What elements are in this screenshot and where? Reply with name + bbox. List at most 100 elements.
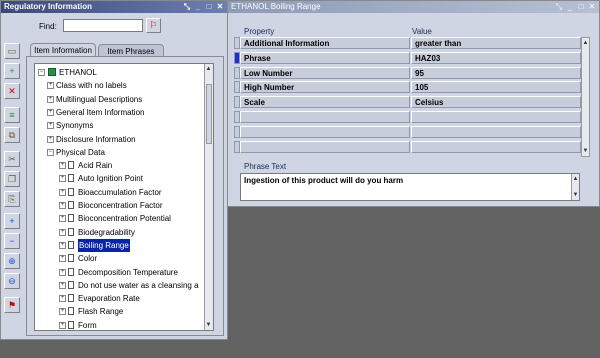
copy-icon[interactable]: ⧉ bbox=[4, 127, 20, 143]
add-row-icon[interactable]: ≡ bbox=[4, 107, 20, 123]
item-tree[interactable]: ▲ ▼ − ETHANOL + Class with no labels + Multil… bbox=[34, 63, 214, 331]
value-cell[interactable]: 105 bbox=[411, 81, 581, 94]
tree-node-label: Evaporation Rate bbox=[78, 294, 140, 304]
tree-node-label: ETHANOL bbox=[59, 68, 97, 77]
value-cell[interactable]: 95 bbox=[411, 66, 581, 79]
document-icon bbox=[68, 187, 74, 196]
expand-node-icon[interactable]: + bbox=[59, 215, 66, 223]
phrase-text-field[interactable]: Ingestion of this product will do you ha… bbox=[240, 173, 580, 201]
close-icon[interactable]: ✕ bbox=[215, 2, 225, 12]
collapse-all-icon[interactable]: ⊖ bbox=[4, 273, 20, 289]
resize-icon[interactable]: ⤡ bbox=[182, 2, 192, 12]
tree-node-label: Bioaccumulation Factor bbox=[78, 187, 162, 197]
property-cell[interactable]: Scale bbox=[240, 96, 410, 109]
value-cell[interactable]: greater than bbox=[411, 37, 581, 49]
maximize-icon[interactable]: □ bbox=[204, 2, 214, 12]
expand-node-icon[interactable]: + bbox=[59, 308, 66, 316]
expand-node-icon[interactable]: + bbox=[59, 268, 66, 276]
tree-scrollbar[interactable]: ▲ ▼ bbox=[204, 64, 213, 330]
window-controls: ⤡ _ □ ✕ bbox=[182, 2, 225, 12]
find-label: Find: bbox=[39, 22, 57, 31]
maximize-icon[interactable]: □ bbox=[576, 2, 586, 12]
copy-doc-icon[interactable]: ❐ bbox=[4, 171, 20, 187]
boiling-range-window: ETHANOL Boiling Range ⤡ _ □ ✕ Property V… bbox=[227, 0, 600, 207]
tree-node-label: Decomposition Temperature bbox=[78, 267, 178, 277]
scroll-down-icon[interactable]: ▼ bbox=[572, 191, 579, 199]
phrase-text-scrollbar[interactable]: ▲ ▼ bbox=[571, 174, 579, 200]
document-icon bbox=[68, 307, 74, 316]
property-column-header: Property bbox=[244, 27, 275, 36]
property-cell[interactable]: High Number bbox=[240, 81, 410, 94]
tree-node-label: Acid Rain bbox=[78, 161, 113, 171]
tree-node-label: Disclosure Information bbox=[56, 134, 136, 144]
tree-node-label: Class with no labels bbox=[56, 81, 127, 91]
tab-item-information[interactable]: Item Information bbox=[30, 43, 96, 56]
expand-node-icon[interactable]: + bbox=[59, 255, 66, 263]
scroll-up-icon[interactable]: ▲ bbox=[582, 39, 589, 47]
value-cell[interactable] bbox=[411, 111, 581, 123]
close-icon[interactable]: ✕ bbox=[587, 2, 597, 12]
expand-node-icon[interactable]: + bbox=[59, 241, 66, 249]
phrase-text-value: Ingestion of this product will do you ha… bbox=[244, 176, 404, 185]
tree-node-label: Bioconcentration Potential bbox=[78, 214, 171, 224]
document-icon bbox=[68, 280, 74, 289]
expand-node-icon[interactable]: + bbox=[47, 135, 54, 143]
cut-icon[interactable]: ✂ bbox=[4, 151, 20, 167]
value-cell[interactable] bbox=[411, 140, 581, 153]
flag-icon[interactable]: ⚑ bbox=[4, 297, 20, 313]
expand-node-icon[interactable]: + bbox=[47, 82, 54, 90]
expand-node-icon[interactable]: + bbox=[47, 122, 54, 130]
scroll-thumb[interactable] bbox=[206, 84, 212, 144]
scroll-up-icon[interactable]: ▲ bbox=[205, 65, 212, 73]
expand-node-icon[interactable]: + bbox=[47, 108, 54, 116]
document-icon bbox=[68, 320, 74, 329]
collapse-node-icon[interactable]: − bbox=[38, 69, 45, 76]
scroll-up-icon[interactable]: ▲ bbox=[572, 175, 579, 183]
expand-icon[interactable]: + bbox=[4, 213, 20, 229]
minimize-icon[interactable]: _ bbox=[565, 2, 575, 12]
tree-node-label: Flash Range bbox=[78, 307, 124, 317]
tree-node-label: Do not use water as a cleansing a bbox=[78, 280, 199, 290]
window-title: ETHANOL Boiling Range bbox=[231, 2, 321, 11]
new-item-icon[interactable]: + bbox=[4, 63, 20, 79]
value-cell[interactable] bbox=[411, 125, 581, 138]
window-title: Regulatory Information bbox=[4, 2, 93, 11]
tree-node-label: Physical Data bbox=[56, 147, 105, 157]
value-cell[interactable]: Celsius bbox=[411, 96, 581, 109]
property-cell[interactable] bbox=[240, 125, 410, 138]
expand-node-icon[interactable]: + bbox=[47, 95, 54, 103]
open-folder-icon[interactable]: ▭ bbox=[4, 43, 20, 59]
collapse-icon[interactable]: − bbox=[4, 233, 20, 249]
minimize-icon[interactable]: _ bbox=[193, 2, 203, 12]
property-cell[interactable]: Additional Information bbox=[240, 37, 410, 49]
property-cell[interactable] bbox=[240, 111, 410, 123]
expand-node-icon[interactable]: + bbox=[59, 162, 66, 170]
expand-node-icon[interactable]: + bbox=[59, 295, 66, 303]
property-cell[interactable] bbox=[240, 140, 410, 153]
expand-node-icon[interactable]: + bbox=[59, 202, 66, 209]
resize-icon[interactable]: ⤡ bbox=[554, 2, 564, 12]
document-icon bbox=[68, 227, 74, 236]
title-bar[interactable]: ETHANOL Boiling Range ⤡ _ □ ✕ bbox=[228, 1, 599, 13]
value-cell[interactable]: HAZ03 bbox=[411, 51, 581, 64]
expand-node-icon[interactable]: + bbox=[59, 188, 66, 196]
expand-node-icon[interactable]: + bbox=[59, 281, 66, 289]
delete-icon[interactable]: ✕ bbox=[4, 83, 20, 99]
expand-node-icon[interactable]: + bbox=[59, 175, 66, 183]
property-cell[interactable]: Low Number bbox=[240, 66, 410, 79]
property-cell[interactable]: Phrase bbox=[240, 51, 410, 64]
find-input[interactable] bbox=[63, 19, 143, 32]
expand-node-icon[interactable]: + bbox=[59, 228, 66, 236]
value-column-header: Value bbox=[412, 27, 432, 36]
paste-icon[interactable]: ⎘ bbox=[4, 191, 20, 207]
document-icon bbox=[68, 254, 74, 263]
expand-node-icon[interactable]: + bbox=[59, 321, 66, 329]
grid-scrollbar[interactable]: ▲ ▼ bbox=[581, 37, 590, 157]
flashlight-search-icon[interactable]: ⚐ bbox=[146, 18, 161, 33]
title-bar[interactable]: Regulatory Information ⤡ _ □ ✕ bbox=[1, 1, 227, 13]
expand-all-icon[interactable]: ⊕ bbox=[4, 253, 20, 269]
scroll-down-icon[interactable]: ▼ bbox=[582, 147, 589, 155]
tree-node-label: Biodegradability bbox=[78, 227, 135, 237]
collapse-node-icon[interactable]: − bbox=[47, 148, 54, 156]
scroll-down-icon[interactable]: ▼ bbox=[205, 321, 212, 329]
